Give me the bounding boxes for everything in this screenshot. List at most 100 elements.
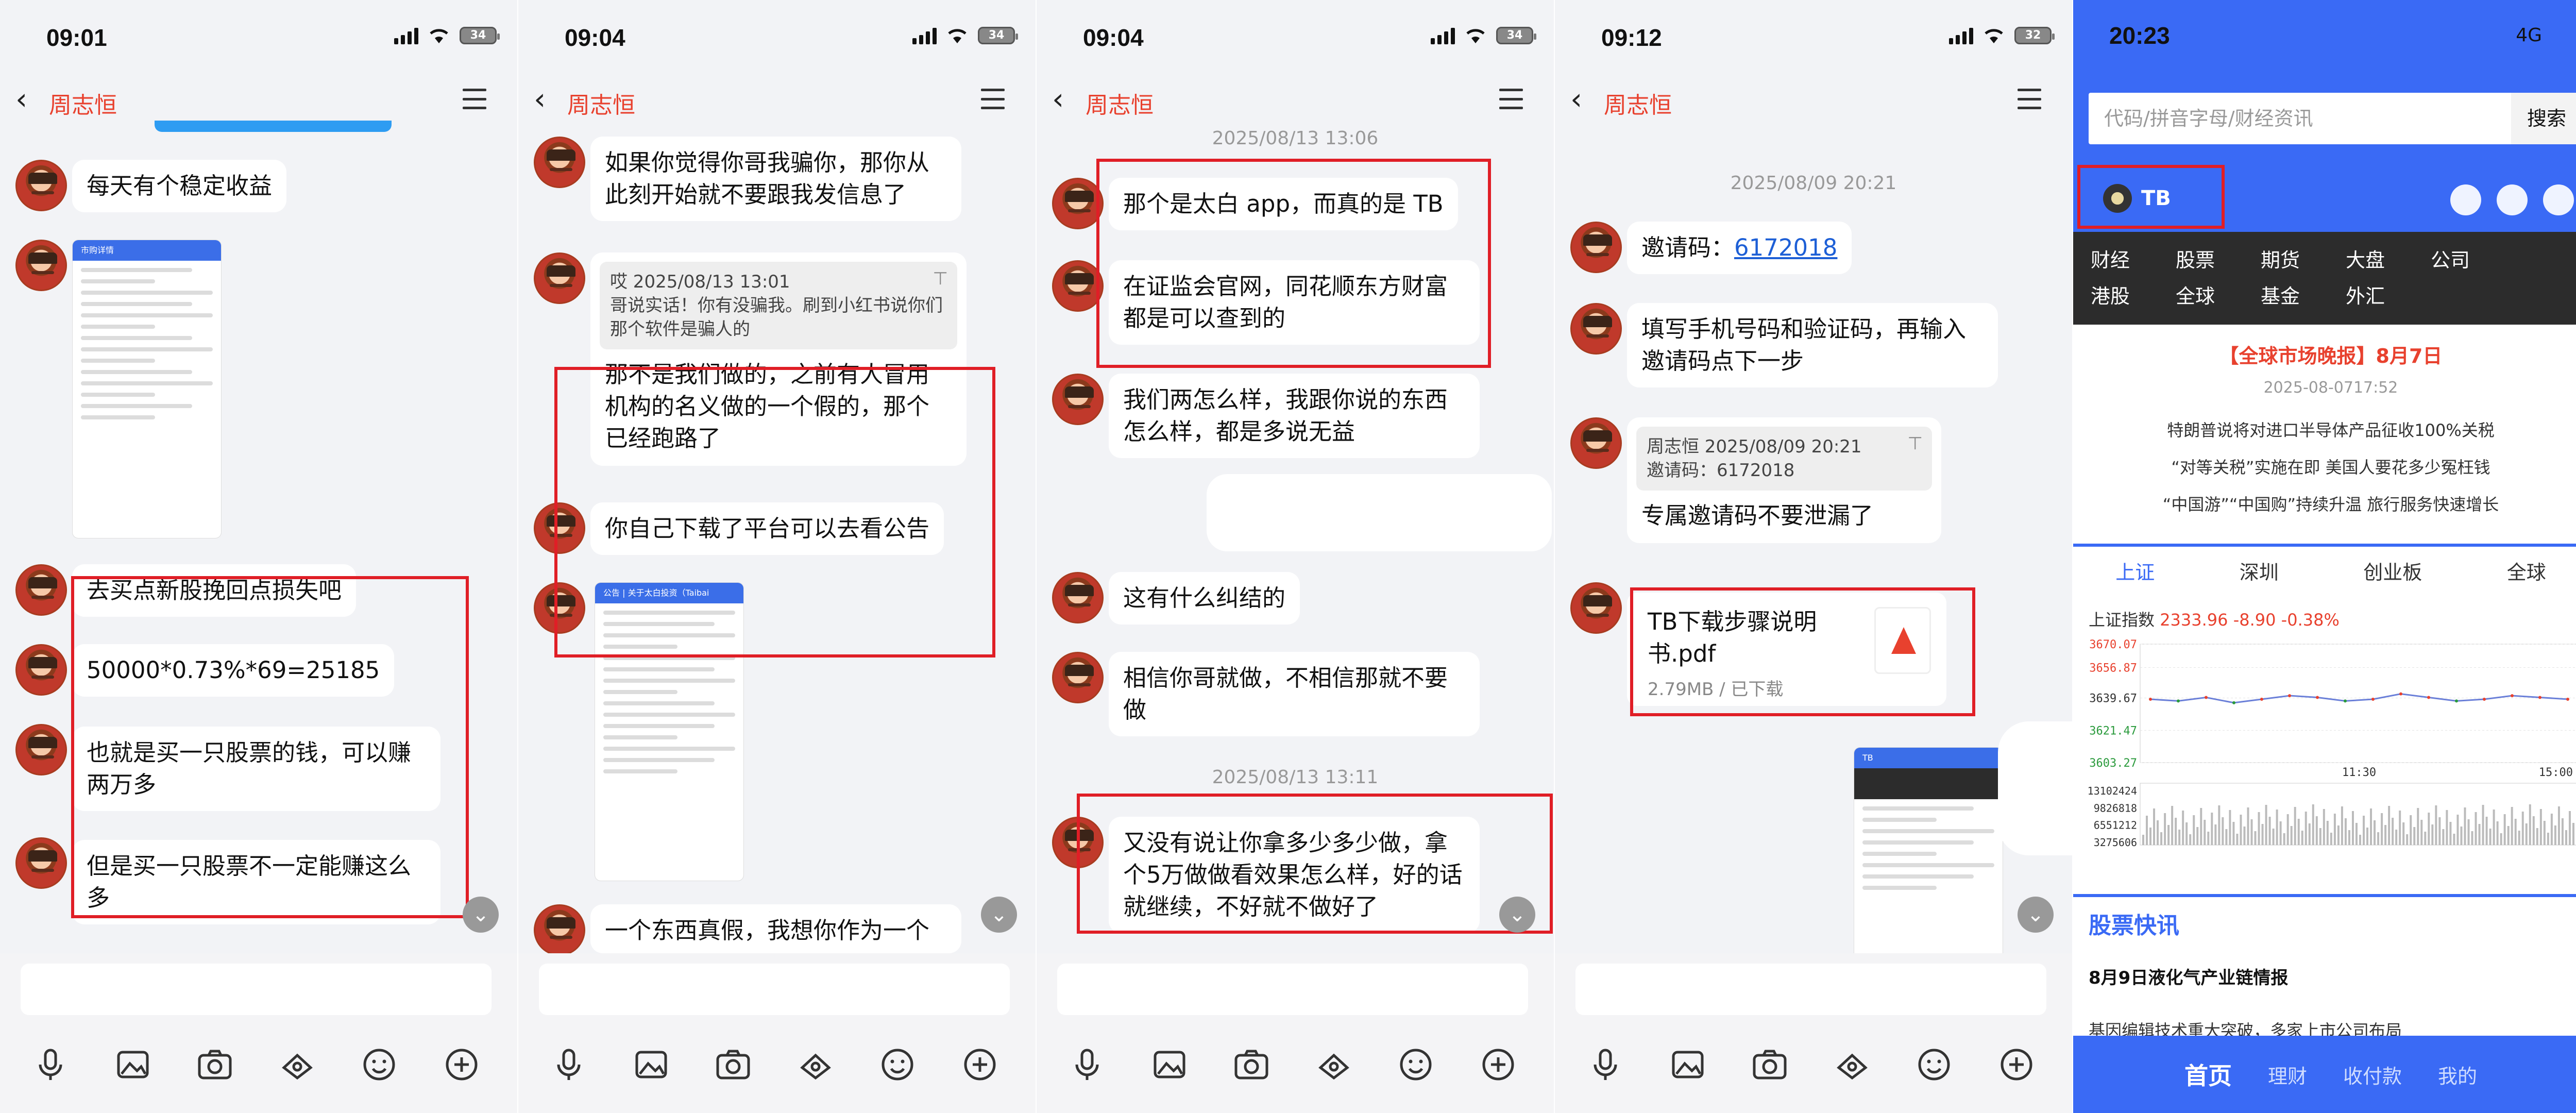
scroll-down-icon[interactable]: ⌄	[2018, 897, 2054, 933]
message-input[interactable]	[1575, 964, 2046, 1015]
message-bubble[interactable]: 相信你哥就做，不相信那就不要做	[1109, 652, 1480, 736]
nav-mine[interactable]: 我的	[2438, 1060, 2477, 1089]
message-input[interactable]	[539, 964, 1010, 1015]
speaker-icon[interactable]	[2450, 184, 2481, 215]
service-icon[interactable]	[2497, 184, 2528, 215]
news-item[interactable]: “对等关税”实施在即 美国人要花多少冤枉钱	[2073, 454, 2576, 478]
status-time: 09:12	[1601, 24, 1662, 51]
message-bubble[interactable]: 每天有个稳定收益	[72, 160, 287, 212]
red-packet-icon[interactable]	[278, 1045, 317, 1084]
search-input[interactable]: 代码/拼音字母/财经资讯	[2089, 93, 2511, 144]
quote-body: 哥说实话！你有没骗我。刷到小红书说你们那个软件是骗人的	[610, 295, 943, 340]
message-bubble[interactable]: 又没有说让你拿多少多少做，拿个5万做做看效果怎么样，好的话就继续，不好就不做好了	[1109, 817, 1480, 933]
menu-item[interactable]: 财经	[2083, 242, 2168, 278]
back-icon[interactable]: ‹	[1570, 84, 1582, 114]
red-packet-icon[interactable]	[796, 1045, 835, 1084]
menu-icon[interactable]	[463, 89, 486, 109]
volume-bar	[2446, 810, 2448, 845]
image-icon[interactable]	[1150, 1045, 1189, 1084]
tab-shenzhen[interactable]: 深圳	[2240, 547, 2279, 595]
microphone-icon[interactable]	[1586, 1045, 1625, 1084]
plus-icon[interactable]	[1997, 1045, 2036, 1084]
volume-bar	[2207, 832, 2210, 845]
message-bubble[interactable]: 如果你觉得你哥我骗你，那你从此刻开始就不要跟我发信息了	[590, 137, 961, 221]
message-bubble[interactable]: 我们两怎么样，我跟你说的东西怎么样，都是多说无益	[1109, 374, 1480, 458]
file-message[interactable]: TB下载步骤说明书.pdf 2.79MB / 已下载	[1627, 593, 1946, 706]
news-item[interactable]: “中国游”“中国购”持续升温 旅行服务快速增长	[2073, 492, 2576, 515]
message-bubble[interactable]: 也就是买一只股票的钱，可以赚两万多	[72, 727, 440, 811]
back-icon[interactable]: ‹	[534, 84, 546, 114]
message-bubble[interactable]: 去买点新股挽回点损失吧	[72, 564, 357, 617]
red-packet-icon[interactable]	[1833, 1045, 1872, 1084]
message-input[interactable]	[1057, 964, 1528, 1015]
message-input[interactable]	[21, 964, 492, 1015]
back-icon[interactable]: ‹	[1052, 84, 1064, 114]
message-bubble[interactable]: 填写手机号码和验证码，再输入邀请码点下一步	[1627, 303, 1998, 387]
emoji-icon[interactable]	[1396, 1045, 1435, 1084]
menu-item[interactable]: 港股	[2083, 278, 2168, 314]
menu-item[interactable]: 外汇	[2338, 278, 2424, 314]
message-bubble[interactable]: 一个东西真假，我想你作为一个	[590, 904, 961, 953]
plus-icon[interactable]	[1479, 1045, 1518, 1084]
menu-item[interactable]: 全球	[2168, 278, 2253, 314]
tab-global[interactable]: 全球	[2507, 547, 2546, 595]
message-bubble[interactable]: 你自己下载了平台可以去看公告	[590, 502, 944, 555]
message-bubble[interactable]: 但是买一只股票不一定能赚这么多	[72, 840, 440, 924]
camera-icon[interactable]	[195, 1045, 234, 1084]
plus-icon[interactable]	[442, 1045, 481, 1084]
microphone-icon[interactable]	[31, 1045, 70, 1084]
microphone-icon[interactable]	[1067, 1045, 1107, 1084]
image-icon[interactable]	[632, 1045, 671, 1084]
message-bubble[interactable]: 那个是太白 app，而真的是 TB	[1109, 178, 1458, 230]
plus-icon[interactable]	[960, 1045, 999, 1084]
avatar	[1570, 222, 1622, 273]
menu-item[interactable]: 大盘	[2338, 242, 2424, 278]
document-image-message[interactable]: 公告 | 关于太白投资（Taibai	[595, 582, 744, 881]
nav-payment[interactable]: 收付款	[2343, 1060, 2402, 1089]
image-message[interactable]: 市购详情	[72, 240, 222, 538]
flash-news-item[interactable]: 8月9日液化气产业链情报	[2089, 964, 2288, 989]
scroll-down-icon[interactable]: ⌄	[463, 897, 499, 933]
menu-item[interactable]: 公司	[2424, 242, 2509, 278]
search-button[interactable]: 搜索	[2511, 93, 2576, 144]
menu-icon[interactable]	[981, 89, 1005, 109]
quoted-message[interactable]: 哎 2025/08/13 13:01 哥说实话！你有没骗我。刷到小红书说你们那个…	[590, 252, 967, 466]
menu-item[interactable]: 股票	[2168, 242, 2253, 278]
camera-icon[interactable]	[1232, 1045, 1271, 1084]
camera-icon[interactable]	[714, 1045, 753, 1084]
message-bubble[interactable]: 这有什么纠结的	[1109, 572, 1300, 625]
image-icon[interactable]	[113, 1045, 152, 1084]
menu-item[interactable]: 基金	[2253, 278, 2338, 314]
headline-link[interactable]: 【全球市场晚报】8月7日	[2073, 340, 2576, 368]
emoji-icon[interactable]	[878, 1045, 917, 1084]
scroll-down-icon[interactable]: ⌄	[981, 897, 1017, 933]
category-menu: 财经 股票 期货 大盘 公司港股 全球 基金 外汇	[2073, 232, 2576, 325]
emoji-icon[interactable]	[360, 1045, 399, 1084]
profile-icon[interactable]	[2543, 184, 2574, 215]
tab-shanghai[interactable]: 上证	[2115, 547, 2155, 595]
message-bubble[interactable]: 50000*0.73%*69=25185	[72, 644, 395, 697]
menu-icon[interactable]	[1499, 89, 1523, 109]
nav-home[interactable]: 首页	[2184, 1057, 2232, 1091]
message-bubble[interactable]: 在证监会官网，同花顺东方财富都是可以查到的	[1109, 260, 1480, 345]
microphone-icon[interactable]	[549, 1045, 588, 1084]
image-icon[interactable]	[1668, 1045, 1707, 1084]
menu-item[interactable]: 期货	[2253, 242, 2338, 278]
tab-chinext[interactable]: 创业板	[2363, 547, 2422, 595]
news-item[interactable]: 特朗普说将对进口半导体产品征收100%关税	[2073, 417, 2576, 441]
invite-code-link[interactable]: 6172018	[1734, 234, 1837, 261]
menu-icon[interactable]	[2018, 89, 2041, 109]
app-logo[interactable]: TB	[2088, 170, 2187, 227]
image-message[interactable]: TB	[1854, 747, 2003, 964]
timestamp: 2025/08/09 20:21	[1730, 173, 1897, 194]
red-packet-icon[interactable]	[1314, 1045, 1353, 1084]
camera-icon[interactable]	[1750, 1045, 1789, 1084]
emoji-icon[interactable]	[1914, 1045, 1954, 1084]
volume-bar	[2229, 810, 2231, 845]
quoted-message[interactable]: 周志恒 2025/08/09 20:21 邀请码：6172018 ⊤ 专属邀请码…	[1627, 417, 1941, 543]
invite-code-bubble[interactable]: 邀请码：6172018	[1627, 222, 1852, 274]
y-tick-label: 3670.07	[2089, 638, 2137, 651]
back-icon[interactable]: ‹	[15, 84, 27, 114]
nav-wealth[interactable]: 理财	[2268, 1060, 2307, 1089]
scroll-down-icon[interactable]: ⌄	[1499, 897, 1535, 933]
